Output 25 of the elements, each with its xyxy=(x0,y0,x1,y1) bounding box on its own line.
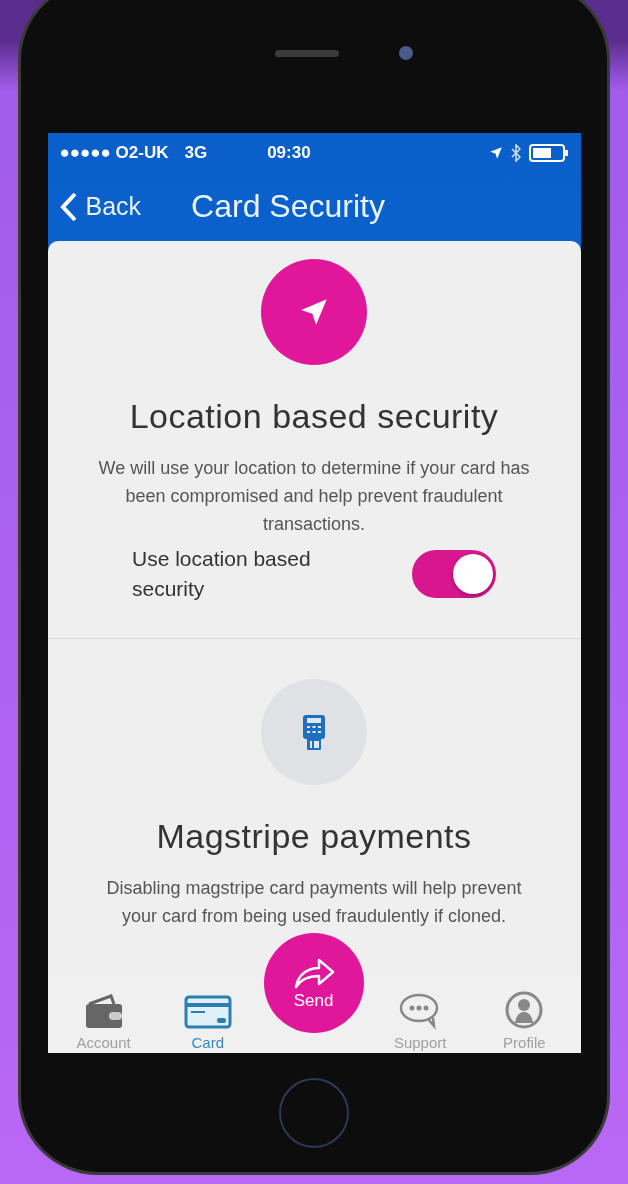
toggle-switch[interactable] xyxy=(412,549,496,598)
clock-time: 09:30 xyxy=(267,142,311,163)
send-button[interactable]: Send xyxy=(263,933,364,1034)
credit-card-icon xyxy=(183,994,232,1030)
network-type: 3G xyxy=(184,142,208,163)
section-title: Magstripe payments xyxy=(156,816,472,856)
carrier-name: ●●●●● O2-UK xyxy=(59,142,169,163)
back-button[interactable]: Back xyxy=(59,191,142,222)
section-description: We will use your location to determine if your card has been compromised and help prevent fraudulent transactions. xyxy=(97,456,531,536)
tab-item[interactable]: Card xyxy=(159,994,256,1051)
speaker-grille xyxy=(275,49,339,57)
front-camera xyxy=(399,46,413,60)
section-description: Disabling magstripe card payments will help prevent your card from being used fraudulently if cloned. xyxy=(105,876,523,928)
tab-item[interactable]: Profile xyxy=(476,990,573,1051)
location-arrow-icon xyxy=(488,145,503,160)
tab-item[interactable]: Support xyxy=(372,992,469,1051)
battery-icon xyxy=(528,143,569,162)
chevron-left-icon xyxy=(59,191,78,222)
tab-item[interactable]: Account xyxy=(55,994,152,1051)
screen-title: Card Security xyxy=(191,188,385,226)
section-title: Location based security xyxy=(129,396,499,436)
card-terminal-icon xyxy=(301,712,327,751)
bluetooth-icon xyxy=(510,143,521,162)
person-icon xyxy=(504,990,545,1030)
toggle-label: Use location based security xyxy=(132,545,312,602)
